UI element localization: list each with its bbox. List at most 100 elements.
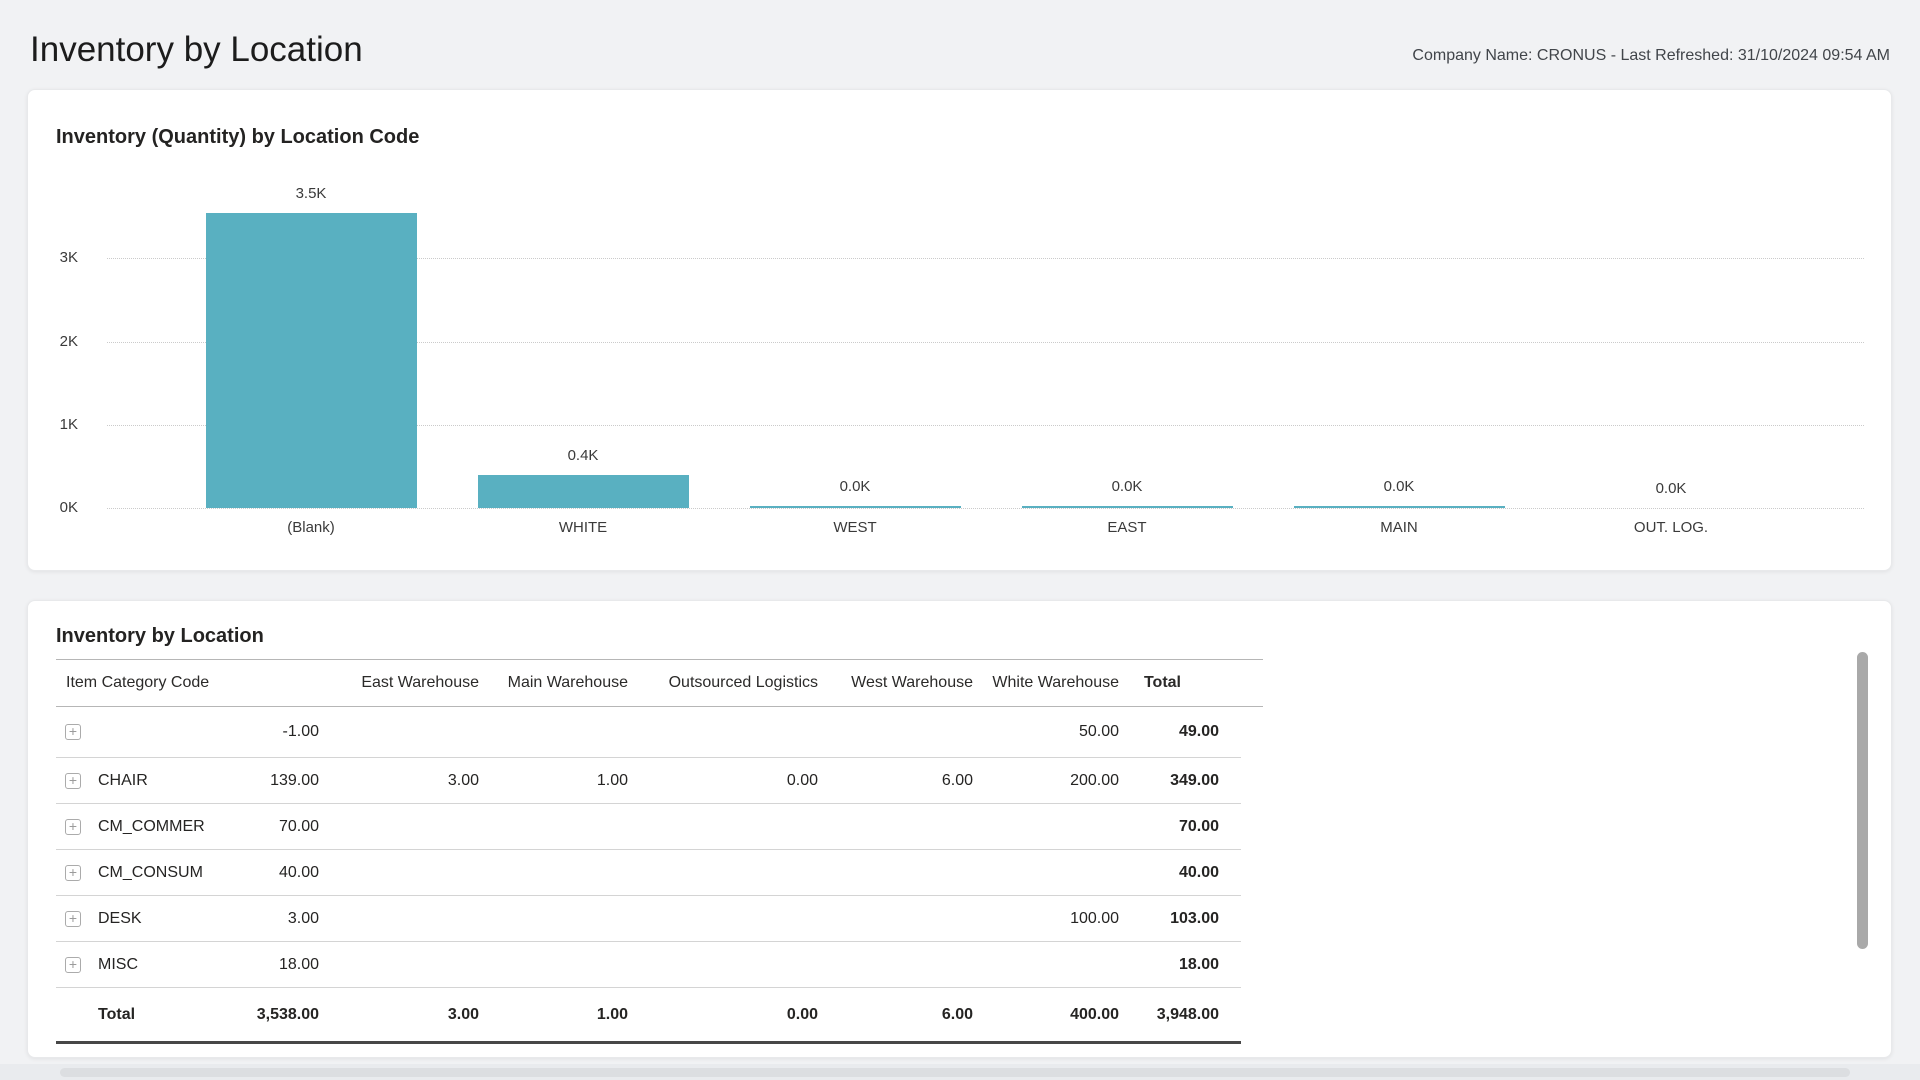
value-cell: [479, 918, 628, 919]
row-total-cell: 49.00: [1178, 722, 1219, 740]
chart-title: Inventory (Quantity) by Location Code: [56, 126, 420, 148]
value-cell: [479, 826, 628, 827]
bar-value-label: 0.4K: [567, 447, 599, 464]
total-value-cell: 400.00: [1070, 1005, 1119, 1023]
page-title: Inventory by Location: [30, 30, 363, 69]
table-title: Inventory by Location: [56, 625, 264, 647]
value-cell: [628, 872, 818, 873]
category-label: DESK: [98, 909, 142, 927]
column-header-item-category-code[interactable]: Item Category Code: [56, 674, 213, 692]
expand-row-icon[interactable]: +: [65, 723, 81, 740]
column-header-blank-location: [213, 683, 319, 684]
value-cell: [479, 731, 628, 732]
value-cell: [628, 918, 818, 919]
category-label: CHAIR: [98, 771, 148, 789]
column-header-white-warehouse[interactable]: White Warehouse: [973, 674, 1119, 692]
value-cell: [973, 826, 1119, 827]
row-total-cell: 103.00: [1170, 909, 1219, 927]
value-cell: 200.00: [1070, 771, 1119, 789]
expand-row-icon[interactable]: +: [65, 818, 81, 835]
table-row-chair: + CHAIR 139.00 3.00 1.00 0.00 6.00 200.00 349.00: [56, 758, 1241, 804]
table-row-desk: + DESK 3.00 100.00 103.00: [56, 896, 1241, 942]
category-cell: + CM_CONSUM: [56, 864, 213, 882]
grand-total-cell: 3,948.00: [1156, 1005, 1219, 1023]
row-total-cell: 18.00: [1178, 955, 1219, 973]
total-value-cell: 3,538.00: [256, 1005, 319, 1023]
y-axis-tick-0K: 0K: [59, 499, 78, 516]
x-axis-label: WHITE: [558, 519, 608, 536]
value-cell: 18.00: [278, 955, 319, 973]
total-value-cell: 3.00: [447, 1005, 479, 1023]
bar-white[interactable]: [477, 475, 689, 508]
expand-row-icon[interactable]: +: [65, 864, 81, 881]
bar-value-label: 0.0K: [1383, 478, 1415, 495]
expand-row-icon[interactable]: +: [65, 956, 81, 973]
value-cell: 100.00: [1070, 909, 1119, 927]
total-value-cell: 1.00: [596, 1005, 628, 1023]
y-axis-tick-1K: 1K: [59, 416, 78, 433]
total-row-label: Total: [98, 1005, 136, 1023]
category-cell: + CHAIR: [56, 772, 213, 790]
table-row-cm_consum: + CM_CONSUM 40.00 40.00: [56, 850, 1241, 896]
value-cell: 50.00: [1078, 722, 1119, 740]
value-cell: 70.00: [278, 817, 319, 835]
bar-west[interactable]: [749, 506, 961, 508]
value-cell: [818, 731, 973, 732]
bar-value-label: 0.0K: [1655, 480, 1687, 497]
column-header-west-warehouse[interactable]: West Warehouse: [818, 674, 973, 692]
category-cell: +: [56, 723, 213, 740]
bar-east[interactable]: [1021, 506, 1233, 508]
expand-row-icon[interactable]: +: [65, 772, 81, 789]
total-value-cell: 6.00: [941, 1005, 973, 1023]
company-refresh-info: Company Name: CRONUS - Last Refreshed: 3…: [1412, 47, 1890, 64]
value-cell: 0.00: [786, 771, 818, 789]
total-value-cell: 0.00: [786, 1005, 818, 1023]
expand-row-icon[interactable]: +: [65, 910, 81, 927]
category-label: CM_CONSUM: [98, 863, 203, 881]
x-axis-label: OUT. LOG.: [1633, 519, 1709, 536]
column-header-total[interactable]: Total: [1119, 674, 1219, 692]
value-cell: [818, 826, 973, 827]
column-header-outsourced-logistics[interactable]: Outsourced Logistics: [628, 674, 818, 692]
value-cell: 139.00: [270, 771, 319, 789]
table-body: + -1.00 50.00 49.00 + CHAIR 139.00 3.00 1.00 0.00…: [56, 706, 1241, 1044]
value-cell: [818, 964, 973, 965]
category-cell: + MISC: [56, 956, 213, 974]
bar-value-label: 3.5K: [295, 185, 327, 202]
row-total-cell: 70.00: [1178, 817, 1219, 835]
value-cell: [628, 964, 818, 965]
value-cell: [628, 731, 818, 732]
chart-card: Inventory (Quantity) by Location Code 0K…: [27, 89, 1892, 571]
bar-value-label: 0.0K: [1111, 478, 1143, 495]
value-cell: [319, 872, 479, 873]
table-row-cm_commer: + CM_COMMER 70.00 70.00: [56, 804, 1241, 850]
value-cell: [973, 964, 1119, 965]
row-total-cell: 349.00: [1170, 771, 1219, 789]
table-total-row: Total 3,538.00 3.00 1.00 0.00 6.00 400.00 3,948…: [56, 988, 1241, 1044]
bar-main[interactable]: [1293, 506, 1505, 508]
y-axis-tick-3K: 3K: [59, 249, 78, 266]
category-cell: + CM_COMMER: [56, 818, 213, 836]
gridline-0K: [107, 508, 1864, 509]
table-card: Inventory by Location Item Category Code…: [27, 600, 1892, 1058]
value-cell: 3.00: [287, 909, 319, 927]
value-cell: [319, 918, 479, 919]
category-label: MISC: [98, 955, 138, 973]
column-header-main-warehouse[interactable]: Main Warehouse: [479, 674, 628, 692]
row-total-cell: 40.00: [1178, 863, 1219, 881]
table-row-misc: + MISC 18.00 18.00: [56, 942, 1241, 988]
table-vertical-scrollbar[interactable]: [1857, 652, 1868, 949]
value-cell: [319, 964, 479, 965]
page-horizontal-scrollbar[interactable]: [60, 1068, 1850, 1077]
y-axis-tick-2K: 2K: [59, 333, 78, 350]
value-cell: [973, 872, 1119, 873]
value-cell: [628, 826, 818, 827]
value-cell: [818, 872, 973, 873]
value-cell: -1.00: [282, 722, 319, 740]
value-cell: 1.00: [596, 771, 628, 789]
bar--blank-[interactable]: [205, 213, 417, 508]
table-row-blank: + -1.00 50.00 49.00: [56, 706, 1241, 758]
value-cell: [479, 872, 628, 873]
column-header-east-warehouse[interactable]: East Warehouse: [319, 674, 479, 692]
value-cell: 6.00: [941, 771, 973, 789]
